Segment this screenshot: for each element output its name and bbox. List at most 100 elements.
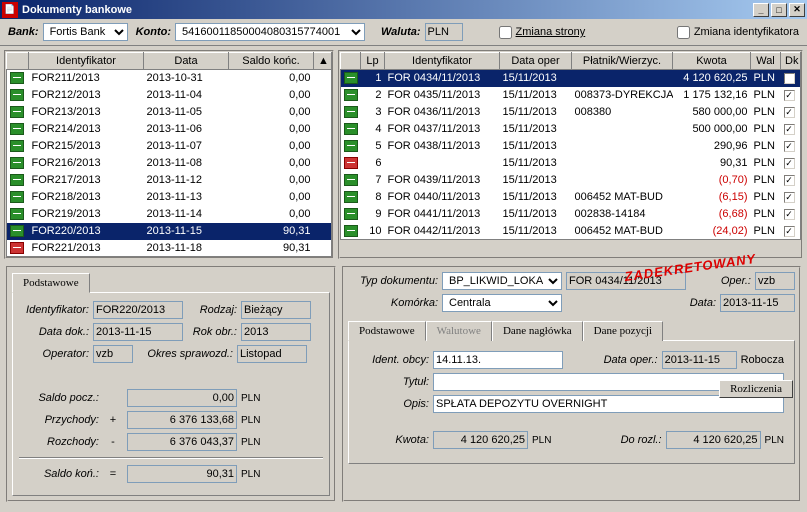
cell-amount: (0,70) — [673, 172, 751, 189]
table-row[interactable]: FOR212/20132013-11-040,00 — [7, 87, 332, 104]
cell-balance: 90,31 — [229, 223, 314, 240]
table-row[interactable]: 1FOR 0434/11/201315/11/20134 120 620,25P… — [341, 70, 801, 87]
cell-dk[interactable]: ✓ — [781, 138, 801, 155]
table-row[interactable]: FOR214/20132013-11-060,00 — [7, 121, 332, 138]
maximize-button[interactable]: □ — [771, 3, 787, 17]
cell-currency: PLN — [751, 206, 781, 223]
cell-ident: FOR219/2013 — [29, 206, 144, 223]
table-row[interactable]: FOR220/20132013-11-1590,31 — [7, 223, 332, 240]
table-row[interactable]: 3FOR 0436/11/201315/11/2013008380580 000… — [341, 104, 801, 121]
row-icon — [7, 138, 29, 155]
left-col-bal[interactable]: Saldo końc. — [229, 53, 314, 70]
cell-currency: PLN — [751, 172, 781, 189]
table-row[interactable]: 615/11/201390,31PLN✓ — [341, 155, 801, 172]
tab-dane-naglowka[interactable]: Dane nagłówka — [492, 321, 583, 341]
ident-change-checkbox[interactable] — [677, 26, 690, 39]
cell-dk[interactable]: ✓ — [781, 87, 801, 104]
tab-podstawowe[interactable]: Podstawowe — [348, 321, 426, 341]
left-grid[interactable]: Identyfikator Data Saldo końc. ▲ FOR211/… — [6, 52, 332, 257]
right-col-icon[interactable] — [341, 53, 361, 70]
unit-pln: PLN — [532, 435, 551, 446]
saldokon-field — [127, 465, 237, 483]
table-row[interactable]: FOR216/20132013-11-080,00 — [7, 155, 332, 172]
row-icon — [341, 189, 361, 206]
cell-ident: FOR220/2013 — [29, 223, 144, 240]
right-col-cur[interactable]: Wal — [751, 53, 781, 70]
identobcy-field[interactable] — [433, 351, 563, 369]
right-col-amt[interactable]: Kwota — [673, 53, 751, 70]
eq-sign: = — [103, 468, 123, 480]
row-icon — [341, 70, 361, 87]
cell-dk[interactable]: ✓ — [781, 121, 801, 138]
cell-amount: (6,15) — [673, 189, 751, 206]
row-icon — [341, 138, 361, 155]
cell-party — [572, 70, 673, 87]
tab-podstawowe-left[interactable]: Podstawowe — [12, 273, 90, 293]
cell-dk[interactable]: ✓ — [781, 155, 801, 172]
left-col-ident[interactable]: Identyfikator — [29, 53, 144, 70]
cell-dk[interactable]: ✓ — [781, 70, 801, 87]
page-change-checkbox[interactable] — [499, 26, 512, 39]
table-row[interactable]: FOR217/20132013-11-120,00 — [7, 172, 332, 189]
dorozl-label: Do rozl.: — [621, 434, 662, 446]
table-row[interactable]: 10FOR 0442/11/201315/11/2013006452 MAT-B… — [341, 223, 801, 240]
saldokon-label: Saldo koń.: — [19, 468, 99, 480]
cell-party — [572, 172, 673, 189]
close-button[interactable]: ✕ — [789, 3, 805, 17]
cell-dk[interactable]: ✓ — [781, 189, 801, 206]
cell-dk[interactable]: ✓ — [781, 104, 801, 121]
komorka-select[interactable]: Centrala — [442, 294, 562, 312]
right-col-dk[interactable]: Dk — [781, 53, 801, 70]
table-row[interactable]: 2FOR 0435/11/201315/11/2013008373-DYREKC… — [341, 87, 801, 104]
cell-ident: FOR 0442/11/2013 — [385, 223, 500, 240]
cell-dk[interactable]: ✓ — [781, 223, 801, 240]
cell-dk[interactable]: ✓ — [781, 172, 801, 189]
left-col-date[interactable]: Data — [144, 53, 229, 70]
cell-balance: 90,31 — [229, 240, 314, 257]
table-row[interactable]: FOR218/20132013-11-130,00 — [7, 189, 332, 206]
oper-field — [755, 272, 795, 290]
bank-select[interactable]: Fortis Bank — [43, 23, 128, 41]
rozchody-field — [127, 433, 237, 451]
row-icon — [341, 206, 361, 223]
przychody-field — [127, 411, 237, 429]
cell-ident: FOR 0440/11/2013 — [385, 189, 500, 206]
table-row[interactable]: FOR213/20132013-11-050,00 — [7, 104, 332, 121]
rozliczenia-button[interactable]: Rozliczenia — [719, 380, 793, 398]
right-col-lp[interactable]: Lp — [361, 53, 385, 70]
left-col-icon[interactable] — [7, 53, 29, 70]
cell-balance: 0,00 — [229, 138, 314, 155]
table-row[interactable]: FOR221/20132013-11-1890,31 — [7, 240, 332, 257]
account-label: Konto: — [136, 26, 171, 38]
table-row[interactable]: 7FOR 0439/11/201315/11/2013(0,70)PLN✓ — [341, 172, 801, 189]
cell-balance: 0,00 — [229, 104, 314, 121]
cell-amount: (24,02) — [673, 223, 751, 240]
table-row[interactable]: 4FOR 0437/11/201315/11/2013500 000,00PLN… — [341, 121, 801, 138]
unit-pln: PLN — [241, 393, 260, 404]
table-row[interactable]: FOR211/20132013-10-310,00 — [7, 70, 332, 87]
account-select[interactable]: 54160011850004080315774001 — [175, 23, 365, 41]
data-field — [720, 294, 795, 312]
minimize-button[interactable]: _ — [753, 3, 769, 17]
tab-walutowe[interactable]: Walutowe — [426, 321, 492, 341]
left-col-end[interactable]: ▲ — [314, 53, 332, 70]
table-row[interactable]: 9FOR 0441/11/201315/11/2013002838-14184(… — [341, 206, 801, 223]
cell-amount: 90,31 — [673, 155, 751, 172]
table-row[interactable]: FOR219/20132013-11-140,00 — [7, 206, 332, 223]
right-grid[interactable]: Lp Identyfikator Data oper Płatnik/Wierz… — [340, 52, 801, 240]
table-row[interactable]: FOR215/20132013-11-070,00 — [7, 138, 332, 155]
table-row[interactable]: 8FOR 0440/11/201315/11/2013006452 MAT-BU… — [341, 189, 801, 206]
right-col-date[interactable]: Data oper — [500, 53, 572, 70]
cell-dk[interactable]: ✓ — [781, 206, 801, 223]
cell-date: 15/11/2013 — [500, 172, 572, 189]
unit-pln: PLN — [765, 435, 784, 446]
cell-lp: 10 — [361, 223, 385, 240]
tab-dane-pozycji[interactable]: Dane pozycji — [583, 321, 663, 341]
table-row[interactable]: 5FOR 0438/11/201315/11/2013290,96PLN✓ — [341, 138, 801, 155]
unit-pln: PLN — [241, 469, 260, 480]
right-col-ident[interactable]: Identyfikator — [385, 53, 500, 70]
ident-label: Identyfikator: — [19, 304, 89, 316]
right-col-party[interactable]: Płatnik/Wierzyc. — [572, 53, 673, 70]
cell-date: 15/11/2013 — [500, 155, 572, 172]
typ-select[interactable]: BP_LIKWID_LOKA — [442, 272, 562, 290]
